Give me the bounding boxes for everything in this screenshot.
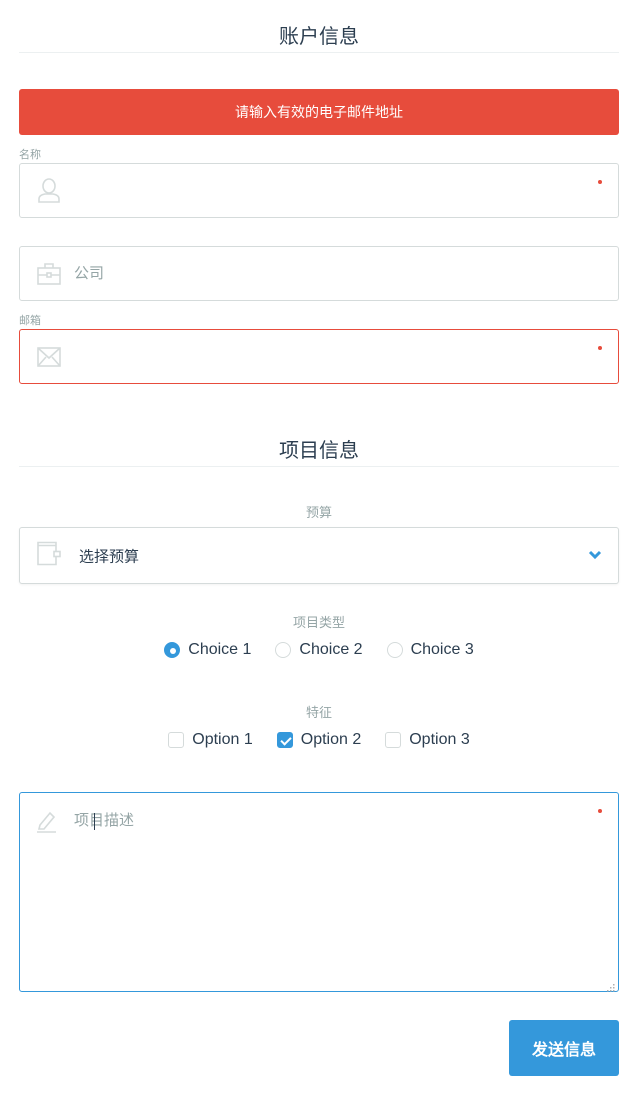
section-divider: [19, 52, 619, 53]
pencil-icon: [36, 809, 58, 838]
description-field[interactable]: [19, 792, 619, 992]
radio-label: Choice 1: [188, 641, 252, 658]
wallet-icon: [36, 540, 62, 571]
account-section-title: 账户信息: [279, 26, 359, 48]
chevron-down-icon[interactable]: [588, 547, 602, 565]
required-indicator: [598, 809, 602, 813]
envelope-icon: [36, 344, 62, 370]
error-alert: 请输入有效的电子邮件地址: [19, 89, 619, 135]
email-input[interactable]: [74, 330, 574, 383]
required-indicator: [598, 180, 602, 184]
checkbox-label: Option 3: [409, 731, 470, 748]
company-field[interactable]: [19, 246, 619, 301]
user-icon: [36, 177, 62, 204]
required-indicator: [598, 346, 602, 350]
name-input[interactable]: [74, 164, 574, 217]
checkbox-label: Option 1: [192, 731, 253, 748]
project-type-radio-group: Choice 1 Choice 2 Choice 3: [19, 641, 619, 659]
company-input[interactable]: [74, 247, 574, 300]
radio-label: Choice 3: [410, 641, 474, 658]
budget-selected-value: 选择预算: [79, 548, 140, 565]
project-section-title: 项目信息: [279, 440, 359, 462]
checkbox-option-2[interactable]: Option 2: [276, 731, 362, 749]
description-textarea[interactable]: [74, 809, 594, 979]
name-field[interactable]: [19, 163, 619, 218]
checkbox[interactable]: [168, 732, 185, 748]
budget-label: 预算: [305, 505, 332, 520]
budget-select[interactable]: 选择预算: [19, 527, 619, 584]
email-label: 邮箱: [19, 315, 41, 327]
project-type-label: 项目类型: [292, 615, 345, 630]
radio-choice-2[interactable]: Choice 2: [275, 641, 363, 659]
radio-button[interactable]: [386, 642, 403, 658]
text-cursor: [94, 813, 95, 830]
features-checkbox-group: Option 1 Option 2 Option 3: [19, 731, 619, 749]
features-label: 特征: [305, 705, 332, 720]
radio-button[interactable]: [164, 642, 181, 658]
radio-choice-3[interactable]: Choice 3: [386, 641, 474, 659]
checkbox-option-3[interactable]: Option 3: [385, 731, 470, 749]
error-alert-text: 请输入有效的电子邮件地址: [235, 104, 403, 120]
name-label: 名称: [19, 149, 41, 161]
resize-handle[interactable]: [606, 979, 615, 992]
checkbox-label: Option 2: [300, 731, 362, 748]
radio-choice-1[interactable]: Choice 1: [164, 641, 251, 659]
checkbox-option-1[interactable]: Option 1: [168, 731, 253, 749]
section-divider: [19, 466, 619, 467]
radio-label: Choice 2: [299, 641, 363, 658]
checkbox[interactable]: [276, 732, 293, 748]
briefcase-icon: [36, 261, 62, 287]
checkbox[interactable]: [385, 732, 402, 748]
send-button[interactable]: 发送信息: [509, 1020, 619, 1076]
radio-button[interactable]: [275, 642, 292, 658]
email-field[interactable]: [19, 329, 619, 384]
